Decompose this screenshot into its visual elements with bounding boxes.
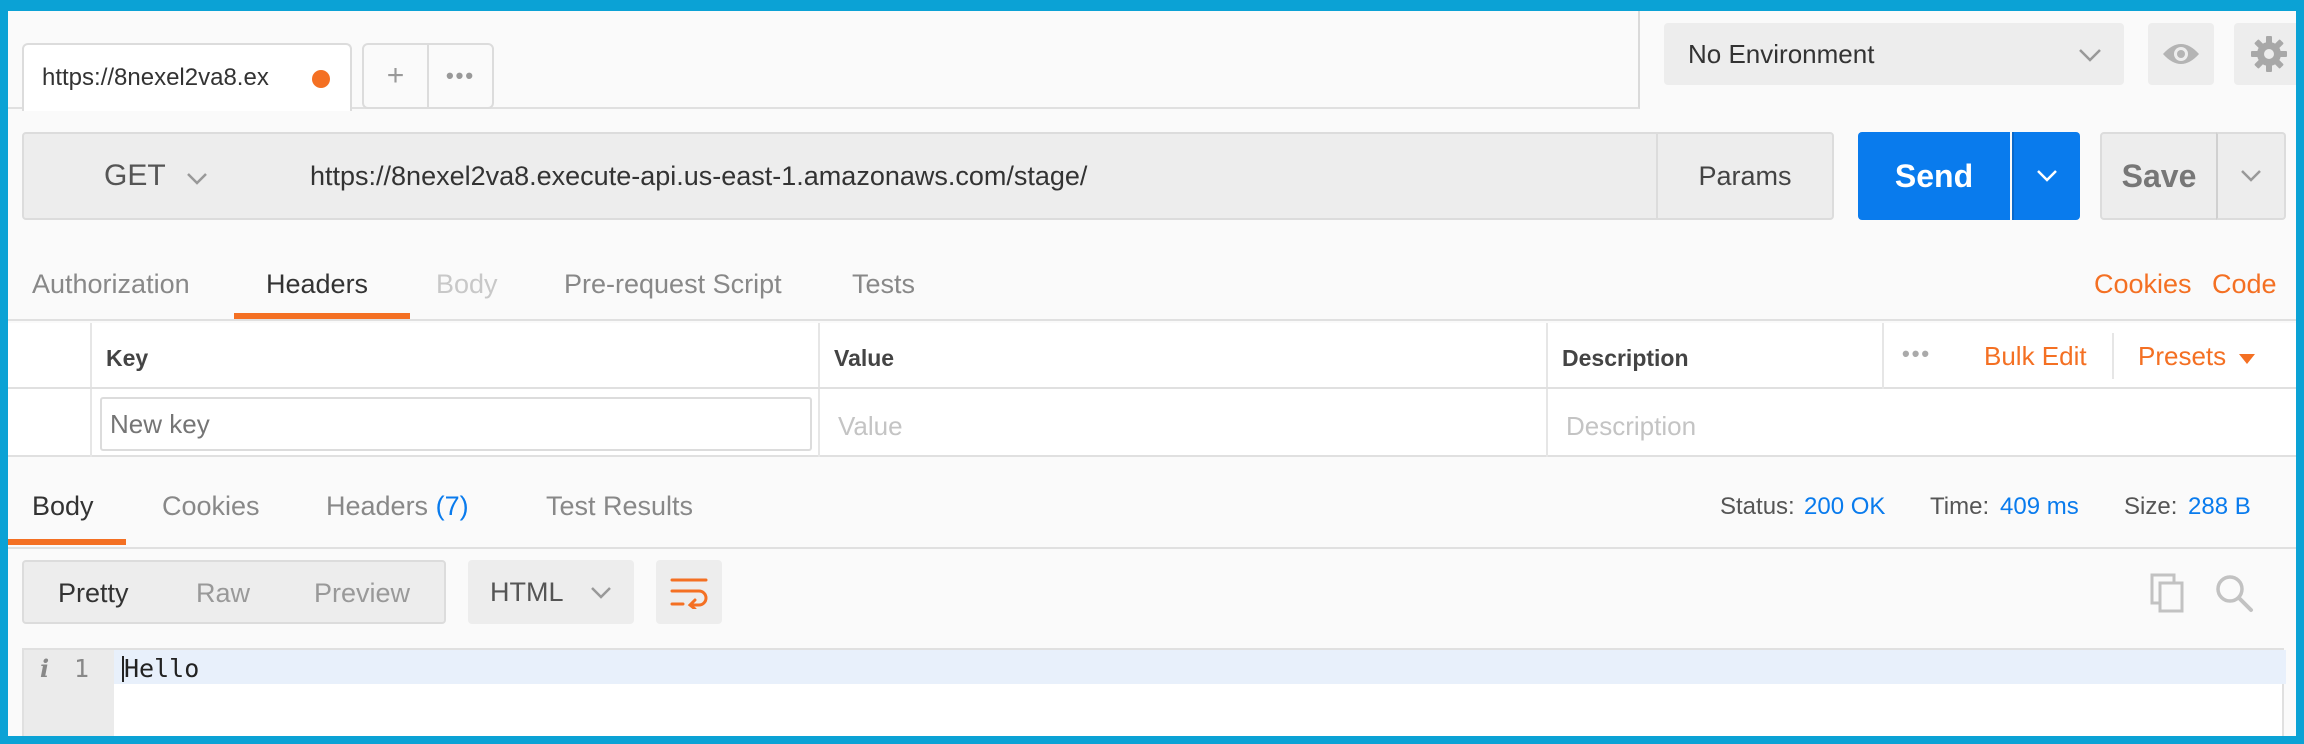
params-button[interactable]: Params (1656, 132, 1834, 220)
request-tab-bar: https://8nexel2va8.ex + ••• (8, 11, 1640, 111)
save-label: Save (2121, 157, 2197, 194)
tab-headers[interactable]: Headers (266, 247, 368, 321)
send-dropdown-button[interactable] (2012, 132, 2080, 220)
request-tab[interactable]: https://8nexel2va8.ex (22, 43, 352, 111)
format-label: HTML (490, 576, 564, 607)
response-tab-body[interactable]: Body (32, 491, 94, 522)
view-preview-button[interactable]: Preview (314, 578, 410, 609)
new-key-input[interactable] (100, 397, 812, 451)
code-link[interactable]: Code (2212, 269, 2277, 300)
tab-actions: + ••• (362, 43, 494, 109)
new-description-input[interactable]: Description (1566, 411, 1696, 442)
search-icon[interactable] (2214, 573, 2254, 613)
time-label: Time: (1930, 493, 1990, 520)
editor-gutter (24, 650, 114, 736)
url-input[interactable]: https://8nexel2va8.execute-api.us-east-1… (282, 132, 1666, 220)
response-headers-count: (7) (435, 491, 469, 521)
plus-icon: + (386, 59, 405, 92)
view-pretty-button[interactable]: Pretty (58, 578, 129, 609)
caret-down-icon (2239, 354, 2256, 364)
format-select[interactable]: HTML (468, 560, 634, 624)
active-tab-indicator (8, 539, 126, 545)
response-body-text: Hello (124, 654, 200, 683)
response-tabs: Body Cookies Headers (7) Test Results St… (8, 459, 2296, 549)
chevron-down-icon (2079, 49, 2101, 62)
tab-body[interactable]: Body (436, 247, 498, 321)
wrap-lines-icon (670, 578, 708, 609)
response-tab-test-results[interactable]: Test Results (546, 491, 693, 522)
eye-icon (2163, 44, 2199, 64)
app-window: https://8nexel2va8.ex + ••• No Environme… (8, 11, 2296, 736)
presets-dropdown[interactable]: Presets (2138, 341, 2256, 372)
new-tab-button[interactable]: + (364, 45, 429, 107)
chevron-down-icon (2241, 170, 2261, 182)
environment-quick-look-button[interactable] (2148, 23, 2214, 85)
save-dropdown-button[interactable] (2216, 132, 2286, 220)
bulk-edit-link[interactable]: Bulk Edit (1984, 341, 2087, 372)
presets-label: Presets (2138, 341, 2227, 371)
tab-tests[interactable]: Tests (852, 247, 915, 321)
environment-label: No Environment (1688, 38, 1875, 69)
copy-icon[interactable] (2148, 571, 2188, 613)
send-label: Send (1894, 157, 1974, 194)
column-divider (1882, 323, 1884, 389)
active-line-highlight (114, 650, 2286, 684)
params-label: Params (1698, 160, 1792, 191)
request-tabs: Authorization Headers Body Pre-request S… (8, 247, 2296, 321)
method-select[interactable]: GET (22, 132, 284, 220)
send-button[interactable]: Send (1858, 132, 2010, 220)
cookies-link[interactable]: Cookies (2094, 269, 2192, 300)
unsaved-dot-icon (312, 70, 330, 88)
line-number: 1 (74, 654, 90, 683)
column-description: Description (1562, 345, 1689, 371)
manage-environments-button[interactable] (2234, 23, 2296, 85)
tab-pre-request-script[interactable]: Pre-request Script (564, 247, 782, 321)
response-headers-label: Headers (326, 491, 429, 521)
save-button[interactable]: Save (2100, 132, 2218, 220)
chevron-down-icon (591, 587, 611, 599)
gear-icon (2251, 36, 2287, 72)
size-value: 288 B (2188, 493, 2251, 520)
url-text: https://8nexel2va8.execute-api.us-east-1… (310, 160, 1088, 191)
wrap-lines-button[interactable] (656, 560, 722, 624)
new-value-input[interactable]: Value (838, 411, 903, 442)
response-tab-headers[interactable]: Headers (7) (326, 491, 469, 522)
time-value: 409 ms (2000, 493, 2079, 520)
request-tab-title: https://8nexel2va8.ex (42, 64, 269, 91)
status-label: Status: (1720, 493, 1795, 520)
more-icon[interactable]: ••• (1902, 341, 1931, 367)
size-label: Size: (2124, 493, 2178, 520)
divider (2112, 333, 2114, 379)
environment-select[interactable]: No Environment (1664, 23, 2124, 85)
headers-table: Key Value Description ••• Bulk Edit Pres… (8, 323, 2296, 457)
status-value: 200 OK (1804, 493, 1886, 520)
response-body-editor[interactable]: i 1 Hello (22, 648, 2286, 736)
method-label: GET (104, 159, 166, 192)
column-value: Value (834, 345, 895, 371)
chevron-down-icon (187, 173, 207, 185)
tab-authorization[interactable]: Authorization (32, 247, 190, 321)
info-icon: i (40, 654, 50, 683)
view-raw-button[interactable]: Raw (196, 578, 250, 609)
active-tab-indicator (234, 313, 410, 319)
response-tab-cookies[interactable]: Cookies (162, 491, 260, 522)
more-icon: ••• (445, 63, 476, 88)
headers-table-header: Key Value Description ••• Bulk Edit Pres… (8, 323, 2296, 389)
view-mode-group: Pretty Raw Preview (22, 560, 446, 624)
column-key: Key (106, 345, 149, 371)
chevron-down-icon (2037, 170, 2057, 182)
tab-options-button[interactable]: ••• (429, 45, 492, 107)
